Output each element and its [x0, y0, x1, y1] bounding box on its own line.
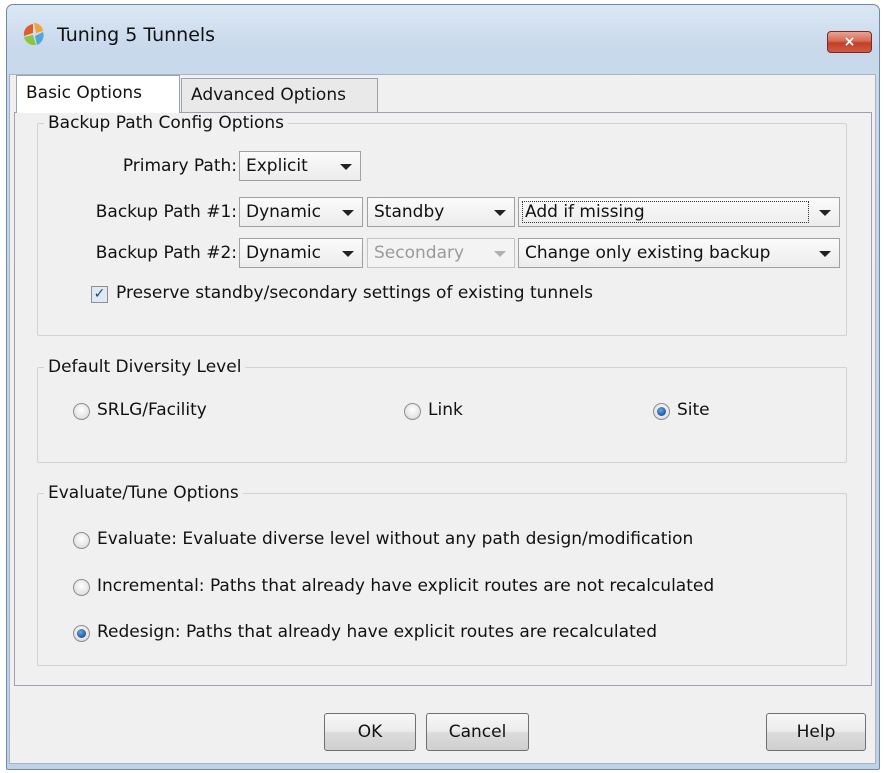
backup-path-1-type-dropdown[interactable]: Dynamic [239, 197, 363, 227]
preserve-settings-checkbox[interactable]: ✓ [91, 286, 108, 303]
radio-label[interactable]: Evaluate: Evaluate diverse level without… [97, 529, 693, 549]
backup-path-2-label: Backup Path #2: [95, 243, 237, 263]
preserve-settings-label[interactable]: Preserve standby/secondary settings of e… [116, 283, 593, 303]
chevron-down-icon [340, 164, 352, 170]
dropdown-value: Dynamic [246, 202, 321, 222]
radio-label[interactable]: Link [428, 400, 463, 420]
close-button[interactable]: × [827, 31, 872, 53]
cancel-button[interactable]: Cancel [426, 713, 529, 751]
radio-evaluate[interactable] [73, 532, 90, 549]
backup-path-2-action-dropdown[interactable]: Change only existing backup [518, 238, 840, 268]
primary-path-label: Primary Path: [122, 156, 237, 176]
help-button[interactable]: Help [766, 713, 866, 751]
basic-options-panel: Backup Path Config Options Primary Path:… [14, 112, 872, 686]
dropdown-value: Explicit [246, 156, 308, 176]
tab-label: Basic Options [26, 83, 143, 103]
checkmark-icon: ✓ [93, 286, 106, 302]
tab-basic-options[interactable]: Basic Options [16, 75, 180, 113]
radio-redesign[interactable] [73, 625, 90, 642]
radio-label[interactable]: Site [677, 400, 710, 420]
window-title: Tuning 5 Tunnels [57, 24, 216, 46]
backup-path-1-label: Backup Path #1: [95, 202, 237, 222]
radio-incremental[interactable] [73, 579, 90, 596]
radio-label[interactable]: SRLG/Facility [97, 400, 207, 420]
radio-link[interactable] [404, 403, 421, 420]
chevron-down-icon [342, 210, 354, 216]
ok-button[interactable]: OK [324, 713, 416, 751]
radio-srlg-facility[interactable] [73, 403, 90, 420]
backup-path-2-type-dropdown[interactable]: Dynamic [239, 238, 363, 268]
tab-advanced-options[interactable]: Advanced Options [181, 78, 378, 112]
backup-path-1-mode-dropdown[interactable]: Standby [367, 197, 515, 227]
app-logo-icon [23, 23, 44, 46]
chevron-down-icon [494, 251, 506, 257]
group-title: Backup Path Config Options [48, 113, 285, 133]
chevron-down-icon [494, 210, 506, 216]
dropdown-value: Standby [374, 202, 445, 222]
dropdown-value: Dynamic [246, 243, 321, 263]
title-bar[interactable]: Tuning 5 Tunnels × [7, 5, 879, 85]
close-icon: × [843, 34, 856, 50]
backup-path-1-action-dropdown[interactable]: Add if missing [518, 197, 840, 227]
radio-label[interactable]: Redesign: Paths that already have explic… [97, 622, 657, 642]
button-bar: OK Cancel Help [10, 686, 875, 765]
radio-label[interactable]: Incremental: Paths that already have exp… [97, 576, 714, 596]
chevron-down-icon [342, 251, 354, 257]
dropdown-value: Secondary [374, 243, 465, 263]
dialog-window: Tuning 5 Tunnels × Basic Options Advance… [6, 4, 880, 770]
tab-label: Advanced Options [191, 85, 346, 105]
group-title: Default Diversity Level [48, 357, 242, 377]
dropdown-value: Change only existing backup [525, 243, 771, 263]
group-title: Evaluate/Tune Options [48, 483, 239, 503]
tab-strip: Basic Options Advanced Options [16, 75, 866, 113]
chevron-down-icon [819, 251, 831, 257]
radio-site[interactable] [653, 403, 670, 420]
dialog-content: Basic Options Advanced Options Backup Pa… [9, 74, 876, 764]
backup-path-2-mode-dropdown: Secondary [367, 238, 515, 268]
chevron-down-icon [819, 210, 831, 216]
primary-path-dropdown[interactable]: Explicit [239, 151, 361, 181]
